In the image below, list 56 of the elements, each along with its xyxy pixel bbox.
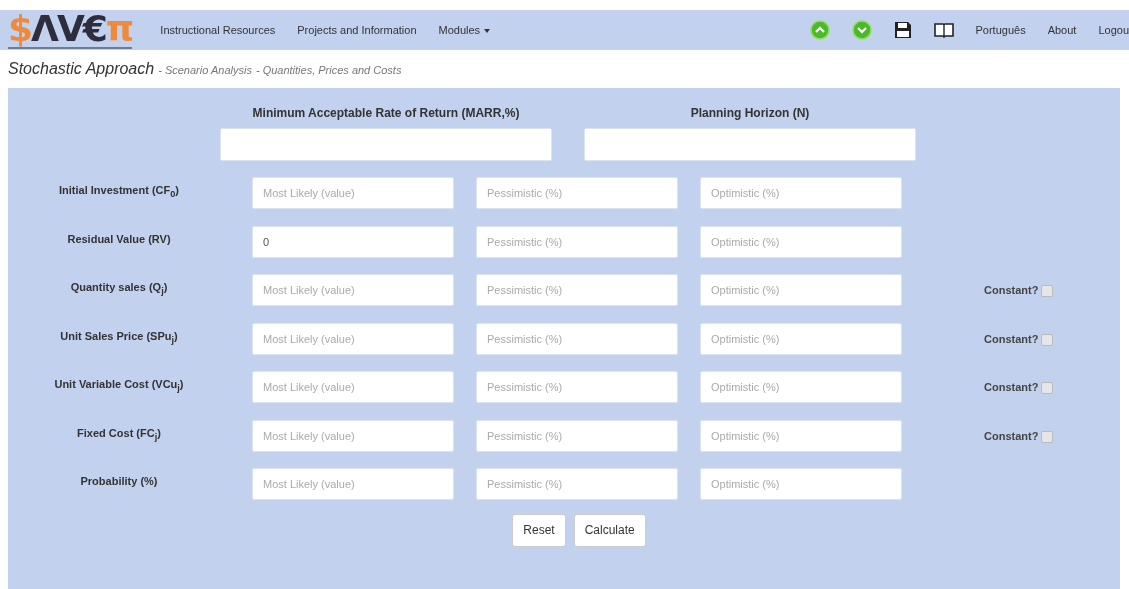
input-field[interactable]: Optimistic (%)	[700, 371, 902, 403]
input-field[interactable]: Most Likely (value)	[252, 419, 454, 452]
field-label: Planning Horizon (N)	[690, 106, 810, 122]
checkbox-label: Constant?	[984, 284, 1039, 296]
input-field[interactable]: Most Likely (value)	[252, 177, 454, 209]
nav-link[interactable]: Projects and Information	[297, 24, 417, 36]
checkbox[interactable]	[1041, 382, 1054, 394]
save-icon[interactable]	[893, 21, 912, 39]
checkbox[interactable]	[1041, 333, 1054, 346]
input-field[interactable]: Pessimistic (%)	[476, 371, 678, 403]
input-field[interactable]: Optimistic (%)	[700, 468, 902, 500]
checkbox[interactable]	[1041, 430, 1054, 443]
logo[interactable]: $ΛV€π	[8, 11, 133, 49]
input-field[interactable]: Optimistic (%)	[700, 274, 902, 306]
row-label: Unit Sales Price (SPu$_{j}$)	[59, 328, 179, 347]
nav-link[interactable]: Modules	[438, 24, 491, 36]
input-field[interactable]: Pessimistic (%)	[476, 322, 678, 355]
page-title: Stochastic Approach	[8, 60, 155, 78]
input-field[interactable]: Pessimistic (%)	[476, 225, 678, 258]
input-field[interactable]: Most Likely (value)	[252, 371, 454, 403]
input-field[interactable]: Most Likely (value)	[252, 468, 454, 500]
chevron-down-icon[interactable]	[851, 20, 872, 40]
input-field[interactable]: Most Likely (value)	[252, 322, 454, 355]
input-field[interactable]: Pessimistic (%)	[476, 468, 678, 500]
input-field[interactable]: Optimistic (%)	[700, 177, 902, 209]
row-label: Probability (%)	[79, 474, 159, 489]
input-field[interactable]: Pessimistic (%)	[476, 419, 678, 452]
checkbox-label: Constant?	[984, 429, 1039, 442]
row-label: Initial Investment (CF$_{0}$)	[58, 183, 180, 202]
form-button[interactable]: Reset	[512, 513, 566, 547]
input-field[interactable]: Optimistic (%)	[700, 419, 902, 452]
checkbox-label: Constant?	[984, 332, 1039, 345]
input-field[interactable]: Optimistic (%)	[700, 225, 902, 258]
row-label: Quantity sales (Q$_{j}$)	[69, 280, 169, 299]
input-field[interactable]: Pessimistic (%)	[476, 177, 678, 209]
nav-link[interactable]: About	[1047, 24, 1077, 36]
input-field[interactable]	[584, 128, 916, 161]
breadcrumb-item: - Quantities, Prices and Costs	[255, 64, 402, 76]
form-button[interactable]: Calculate	[573, 513, 646, 547]
breadcrumb-item: - Scenario Analysis	[158, 64, 252, 76]
row-label: Fixed Cost (FC$_{j}$)	[76, 425, 162, 444]
nav-link[interactable]: Português	[975, 24, 1026, 36]
row-label: Unit Variable Cost (VCu$_{j}$)	[53, 377, 185, 396]
input-field[interactable]: Most Likely (value)	[252, 274, 454, 306]
nav-link[interactable]: Logou	[1098, 24, 1129, 36]
field-label: Minimum Acceptable Rate of Return (MARR,%)	[252, 106, 520, 122]
input-field[interactable]: Optimistic (%)	[700, 322, 902, 355]
chevron-up-icon[interactable]	[809, 20, 830, 40]
row-label: Residual Value (RV)	[66, 231, 172, 247]
input-field[interactable]	[220, 128, 552, 161]
input-field[interactable]: Pessimistic (%)	[476, 274, 678, 306]
book-icon[interactable]	[933, 22, 954, 38]
checkbox-label: Constant?	[984, 381, 1039, 393]
checkbox[interactable]	[1041, 285, 1054, 297]
input-field[interactable]: 0	[252, 225, 454, 258]
nav-link[interactable]: Instructional Resources	[160, 24, 276, 36]
